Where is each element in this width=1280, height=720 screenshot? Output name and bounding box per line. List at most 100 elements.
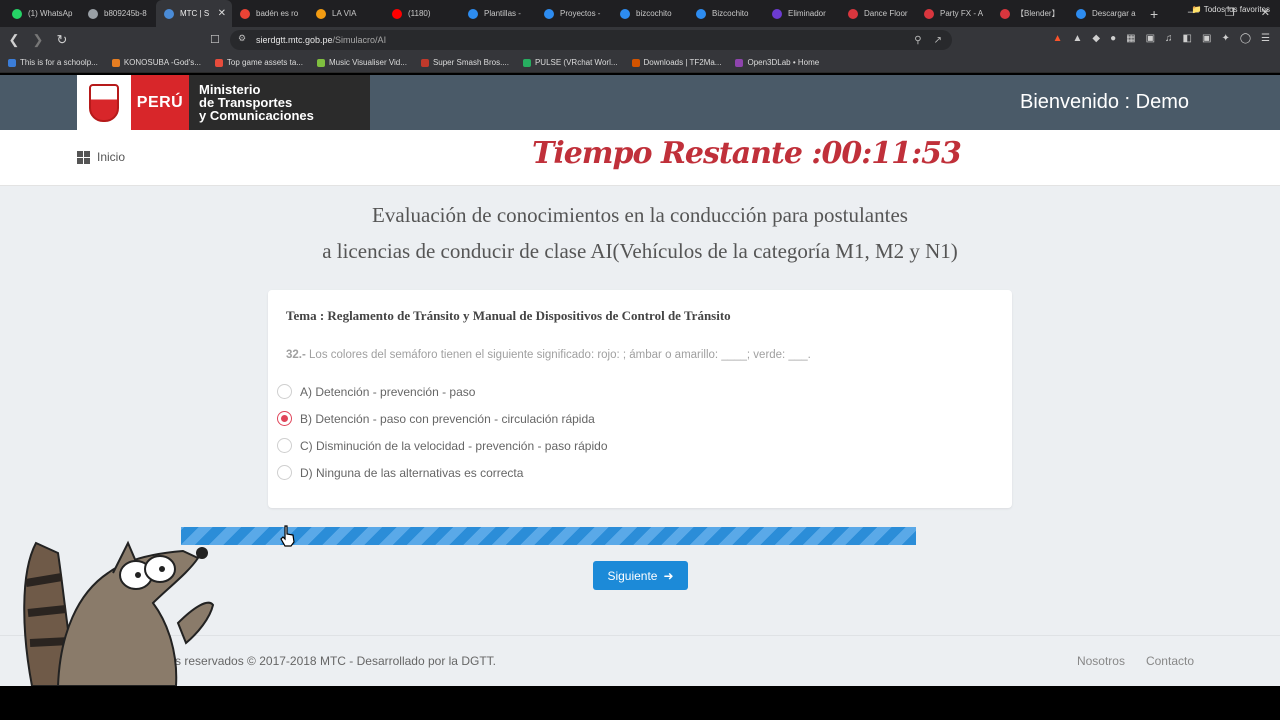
browser-tab[interactable]: Descargar a bbox=[1068, 0, 1144, 27]
browser-tab[interactable]: Eliminador bbox=[764, 0, 840, 27]
tab-favicon-icon bbox=[240, 8, 250, 19]
browser-tab[interactable]: Party FX - A bbox=[916, 0, 992, 27]
bookmark-favicon-icon bbox=[735, 58, 744, 67]
brave-shield-icon[interactable]: ▲ bbox=[1053, 33, 1063, 44]
welcome-text: Bienvenido : Demo bbox=[1020, 91, 1189, 113]
tab-favicon-icon bbox=[848, 8, 858, 19]
vpn-icon[interactable]: ◯ bbox=[1240, 33, 1251, 44]
bookmark-item[interactable]: PULSE (VRchat Worl... bbox=[522, 58, 618, 67]
browser-tab[interactable]: badén es ro bbox=[232, 0, 308, 27]
radio-option-a[interactable] bbox=[277, 384, 292, 399]
exam-title-line1: Evaluación de conocimientos en la conduc… bbox=[372, 203, 908, 227]
bookmark-favicon-icon bbox=[214, 58, 223, 67]
browser-tab[interactable]: (1180) bbox=[384, 0, 460, 27]
mtc-logo[interactable]: PERÚ Ministerio de Transportes y Comunic… bbox=[77, 75, 370, 130]
all-bookmarks-label: Todos los favoritos bbox=[1203, 5, 1270, 14]
reload-icon[interactable]: ↻ bbox=[52, 32, 72, 48]
browser-tab[interactable]: Bizcochito bbox=[688, 0, 764, 27]
bookmark-label: KONOSUBA -God's... bbox=[123, 58, 201, 67]
tab-label: Proyectos - bbox=[560, 9, 601, 18]
bookmark-item[interactable]: Open3DLab • Home bbox=[735, 58, 819, 67]
browser-tab[interactable]: Dance Floor bbox=[840, 0, 916, 27]
option-c[interactable]: C) Disminución de la velocidad - prevenc… bbox=[277, 438, 608, 453]
browser-tab[interactable]: MTC | S ✕ bbox=[156, 0, 232, 27]
browser-tab[interactable]: bizcochito bbox=[612, 0, 688, 27]
tab-label: b809245b-8 bbox=[104, 9, 147, 18]
menu-icon[interactable]: ☰ bbox=[1261, 33, 1270, 44]
bookmark-item[interactable]: Top game assets ta... bbox=[214, 58, 303, 67]
tab-favicon-icon bbox=[772, 8, 782, 19]
contacto-link[interactable]: Contacto bbox=[1146, 654, 1194, 668]
exam-title-line2: a licencias de conducir de clase AI(Vehí… bbox=[322, 239, 958, 263]
browser-tab[interactable]: Plantillas - bbox=[460, 0, 536, 27]
browser-tab[interactable]: Proyectos - bbox=[536, 0, 612, 27]
back-icon[interactable]: ❮ bbox=[4, 32, 24, 48]
leo-icon[interactable]: ✦ bbox=[1221, 33, 1229, 44]
bookmark-label: Open3DLab • Home bbox=[747, 58, 820, 67]
radio-option-b[interactable] bbox=[277, 411, 292, 426]
puzzle-icon[interactable]: ▦ bbox=[1126, 33, 1135, 44]
new-tab-button[interactable]: + bbox=[1150, 6, 1158, 22]
music-icon[interactable]: ♫ bbox=[1165, 33, 1173, 44]
share-icon[interactable]: ↗ bbox=[934, 35, 942, 46]
bookmark-item[interactable]: Music Visualiser Vid... bbox=[316, 58, 407, 67]
fire-icon[interactable]: ● bbox=[1110, 33, 1116, 44]
shield-icon[interactable]: ◆ bbox=[1092, 33, 1100, 44]
browser-tab[interactable]: (1) WhatsAp bbox=[4, 0, 80, 27]
tab-favicon-icon bbox=[12, 8, 22, 19]
tab-favicon-icon bbox=[164, 8, 174, 19]
arrow-right-icon: ➜ bbox=[663, 568, 674, 583]
bookmark-item[interactable]: Super Smash Bros.... bbox=[420, 58, 509, 67]
logo-ministry: Ministerio de Transportes y Comunicacion… bbox=[189, 75, 370, 130]
bookmark-item[interactable]: Downloads | TF2Ma... bbox=[631, 58, 722, 67]
option-b[interactable]: B) Detención - paso con prevención - cir… bbox=[277, 411, 595, 426]
extensions-area: ▲ ▲ ◆ ● ▦ ▣ ♫ ◧ ▣ ✦ ◯ ☰ bbox=[1053, 33, 1270, 44]
tab-close-icon[interactable]: ✕ bbox=[218, 8, 226, 19]
bookmark-favicon-icon bbox=[522, 58, 531, 67]
bookmark-item[interactable]: KONOSUBA -God's... bbox=[111, 58, 201, 67]
bookmark-item[interactable]: This is for a schoolp... bbox=[8, 58, 98, 67]
tab-favicon-icon bbox=[544, 8, 554, 19]
tab-favicon-icon bbox=[696, 8, 706, 19]
tab-favicon-icon bbox=[392, 8, 402, 19]
wallet-icon[interactable]: ▣ bbox=[1202, 33, 1211, 44]
tab-favicon-icon bbox=[316, 8, 326, 19]
tab-label: bizcochito bbox=[636, 9, 672, 18]
url-input[interactable]: sierdgtt.mtc.gob.pe/Simulacro/AI ⚲ ↗ bbox=[230, 30, 952, 50]
next-button[interactable]: Siguiente ➜ bbox=[593, 561, 688, 590]
browser-tab[interactable]: 【Blender】 bbox=[992, 0, 1068, 27]
tab-label: Plantillas - bbox=[484, 9, 521, 18]
option-d[interactable]: D) Ninguna de las alternativas es correc… bbox=[277, 465, 523, 480]
bookmarks-bar: This is for a schoolp... KONOSUBA -God's.… bbox=[0, 53, 1280, 73]
all-bookmarks[interactable]: 📁 Todos los favoritos bbox=[1192, 5, 1270, 14]
tab-label: Eliminador bbox=[788, 9, 826, 18]
screenshot-icon[interactable]: ▣ bbox=[1146, 33, 1155, 44]
inicio-link[interactable]: Inicio bbox=[77, 150, 125, 164]
logo-country: PERÚ bbox=[131, 75, 189, 130]
tab-favicon-icon bbox=[1000, 8, 1010, 19]
tab-favicon-icon bbox=[620, 8, 630, 19]
site-settings-icon[interactable]: ⚙ bbox=[238, 33, 246, 44]
url-path: /Simulacro/AI bbox=[332, 35, 387, 45]
option-a[interactable]: A) Detención - prevención - paso bbox=[277, 384, 475, 399]
topic-heading: Tema : Reglamento de Tránsito y Manual d… bbox=[286, 308, 731, 323]
bookmark-label: This is for a schoolp... bbox=[20, 58, 98, 67]
tab-label: Bizcochito bbox=[712, 9, 749, 18]
option-a-label: A) Detención - prevención - paso bbox=[300, 384, 476, 399]
bookmark-label: Downloads | TF2Ma... bbox=[643, 58, 722, 67]
forward-icon[interactable]: ❯ bbox=[28, 32, 48, 48]
bookmark-icon[interactable]: ☐ bbox=[210, 33, 220, 46]
extension-icon[interactable]: ▲ bbox=[1072, 33, 1082, 44]
browser-tab[interactable]: LA VIA bbox=[308, 0, 384, 27]
browser-tab[interactable]: b809245b-8 bbox=[80, 0, 156, 27]
tab-label: Dance Floor bbox=[864, 9, 908, 18]
tab-favicon-icon bbox=[468, 8, 478, 19]
radio-option-d[interactable] bbox=[277, 465, 292, 480]
browser-tab-bar: (1) WhatsAp b809245b-8 MTC | S ✕ badén es ro… bbox=[0, 0, 1280, 27]
zoom-icon[interactable]: ⚲ bbox=[914, 35, 921, 46]
tab-label: (1) WhatsAp bbox=[28, 9, 73, 18]
nosotros-link[interactable]: Nosotros bbox=[1077, 654, 1125, 668]
bookmark-label: Music Visualiser Vid... bbox=[328, 58, 407, 67]
radio-option-c[interactable] bbox=[277, 438, 292, 453]
sidebar-icon[interactable]: ◧ bbox=[1183, 33, 1192, 44]
